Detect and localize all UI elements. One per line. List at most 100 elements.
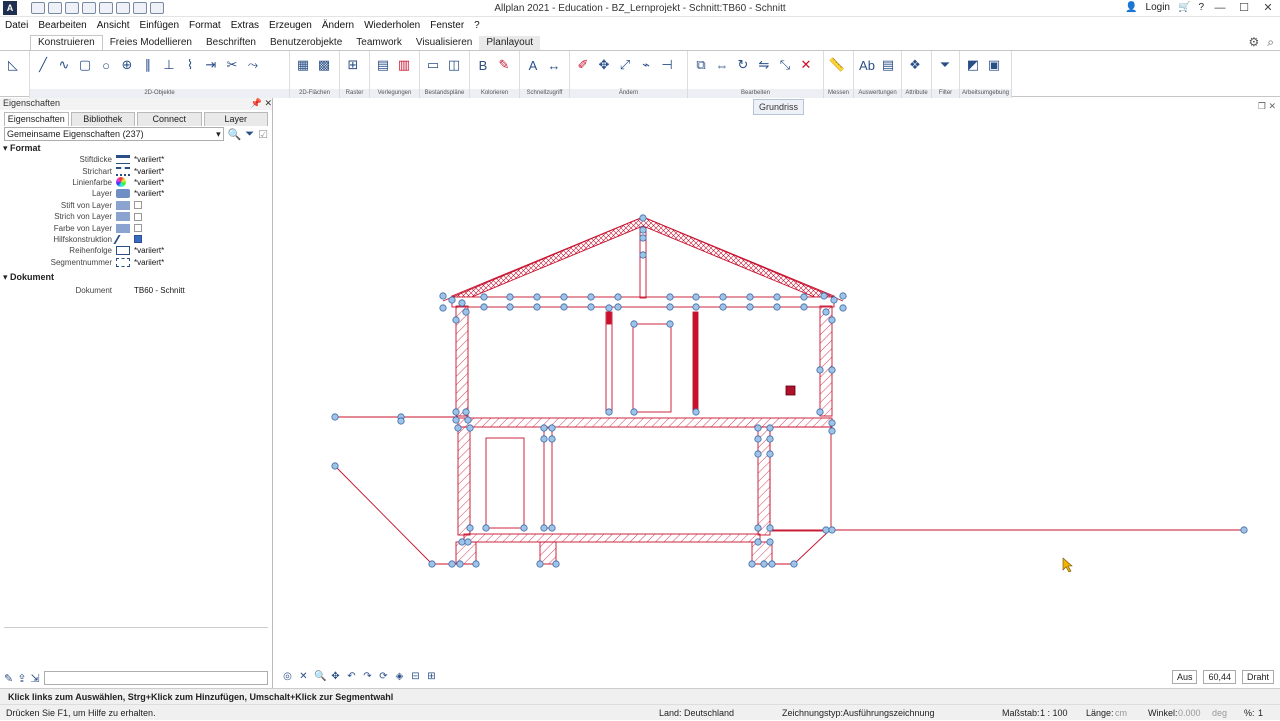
help-icon[interactable]: ? xyxy=(1198,2,1204,13)
print-icon[interactable] xyxy=(82,2,96,14)
snap-icon[interactable]: ◎ xyxy=(282,671,293,682)
trim-icon[interactable]: ✂ xyxy=(223,56,241,74)
farbe-von-layer-checkbox[interactable] xyxy=(134,224,142,233)
allplan-logo-icon[interactable]: A xyxy=(3,1,17,15)
prop-row-strich-von-layer[interactable]: Strich von Layer xyxy=(0,211,272,222)
prop-row-stift-von-layer[interactable]: Stift von Layer xyxy=(0,200,272,211)
split-icon[interactable]: ⊣ xyxy=(658,56,676,74)
tab-planlayout[interactable]: Planlayout xyxy=(479,36,541,50)
rectangle-icon[interactable]: ▢ xyxy=(76,56,94,74)
zoom-window-icon[interactable]: 🔍 xyxy=(314,671,326,682)
prop-row-segmentnummer[interactable]: Segmentnummer *variiert* xyxy=(0,257,272,268)
prop-row-stiftdicke[interactable]: Stiftdicke *variiert* xyxy=(0,154,272,165)
brush-icon[interactable]: ✎ xyxy=(495,56,513,74)
menu-aendern[interactable]: Ändern xyxy=(317,20,359,31)
hilfskonstruktion-checkbox[interactable] xyxy=(134,235,142,244)
rotate-icon[interactable]: ↻ xyxy=(734,56,752,74)
scale-input[interactable]: 60,44 xyxy=(1203,670,1236,684)
attribute-icon[interactable]: ❖ xyxy=(906,56,924,74)
view-forward-icon[interactable]: ↷ xyxy=(362,671,373,682)
tab-layer[interactable]: Layer xyxy=(203,112,268,126)
maximize-button[interactable]: ☐ xyxy=(1236,1,1252,14)
section-format[interactable]: ▾ Format xyxy=(0,142,272,154)
properties-icon[interactable] xyxy=(133,2,147,14)
tab-bibliothek[interactable]: Bibliothek xyxy=(70,112,135,126)
workspace-icon[interactable]: ◩ xyxy=(964,56,982,74)
zoom-all-icon[interactable]: ✕ xyxy=(298,671,309,682)
circle-icon[interactable]: ○ xyxy=(97,56,115,74)
dimension-icon[interactable]: ↔ xyxy=(545,56,563,74)
mode-select[interactable]: Aus xyxy=(1171,670,1198,684)
tab-beschriften[interactable]: Beschriften xyxy=(199,36,263,50)
tab-connect[interactable]: Connect xyxy=(137,112,202,126)
cart-icon[interactable]: 🛒 xyxy=(1178,2,1190,13)
menu-extras[interactable]: Extras xyxy=(226,20,264,31)
workspace-active-icon[interactable]: ▣ xyxy=(985,56,1003,74)
bold-paint-icon[interactable]: B xyxy=(474,56,492,74)
crosshair-circle-icon[interactable]: ⊕ xyxy=(118,56,136,74)
move-icon[interactable]: ⇔ xyxy=(713,56,731,74)
menu-erzeugen[interactable]: Erzeugen xyxy=(264,20,317,31)
grid-icon[interactable]: ⊞ xyxy=(344,56,362,74)
undo-icon[interactable] xyxy=(99,2,113,14)
regen-icon[interactable]: ⟳ xyxy=(378,671,389,682)
menu-help[interactable]: ? xyxy=(469,20,485,31)
type-value[interactable]: Ausführungszeichnung xyxy=(843,705,935,721)
filter-funnel-icon[interactable]: ⏷ xyxy=(245,128,254,141)
fill-icon[interactable]: ▩ xyxy=(315,56,333,74)
transfer-icon[interactable]: ⇪ xyxy=(17,672,26,685)
user-icon[interactable]: 👤 xyxy=(1125,2,1137,13)
match-properties-icon[interactable]: ⇲ xyxy=(30,672,39,685)
mirror-icon[interactable]: ⇋ xyxy=(755,56,773,74)
hatch-icon[interactable]: ▦ xyxy=(294,56,312,74)
login-link[interactable]: Login xyxy=(1146,2,1170,13)
prop-row-reihenfolge[interactable]: Reihenfolge *variiert* xyxy=(0,245,272,256)
strich-von-layer-checkbox[interactable] xyxy=(134,212,142,221)
zoom-search-icon[interactable]: 🔍 xyxy=(228,128,242,141)
view-back-icon[interactable]: ↶ xyxy=(346,671,357,682)
polyline-edit-icon[interactable]: ⌁ xyxy=(637,56,655,74)
curve-icon[interactable]: ⌇ xyxy=(181,56,199,74)
search-icon[interactable]: ⌕ xyxy=(1267,35,1274,50)
image-icon[interactable]: ▭ xyxy=(424,56,442,74)
abc-icon[interactable]: Ab xyxy=(858,56,876,74)
map-icon[interactable]: ◫ xyxy=(445,56,463,74)
prop-row-farbe-von-layer[interactable]: Farbe von Layer xyxy=(0,222,272,233)
modify-point-icon[interactable]: ✥ xyxy=(595,56,613,74)
report-icon[interactable]: ▤ xyxy=(879,56,897,74)
prop-row-hilfskonstruktion[interactable]: Hilfskonstruktion xyxy=(0,234,272,245)
stift-von-layer-checkbox[interactable] xyxy=(134,201,142,210)
line-icon[interactable]: ╱ xyxy=(34,56,52,74)
section-dokument[interactable]: ▾ Dokument xyxy=(0,271,272,283)
menu-einfuegen[interactable]: Einfügen xyxy=(135,20,184,31)
view-3d-icon[interactable]: ◈ xyxy=(394,671,405,682)
section-drawing[interactable] xyxy=(276,98,1280,668)
length-unit[interactable]: cm xyxy=(1115,705,1127,721)
delete-icon[interactable]: ✕ xyxy=(797,56,815,74)
angle-value[interactable]: 0.000 xyxy=(1178,705,1201,721)
pan-icon[interactable]: ✥ xyxy=(330,671,341,682)
settings-icon[interactable] xyxy=(150,2,164,14)
percent-value[interactable]: 1 xyxy=(1258,705,1263,721)
tab-freies-modellieren[interactable]: Freies Modellieren xyxy=(103,36,199,50)
scale-value[interactable]: 1 : 100 xyxy=(1040,705,1068,721)
prop-row-strichart[interactable]: Strichart *variiert* xyxy=(0,165,272,176)
grid-view-icon[interactable]: ⊞ xyxy=(426,671,437,682)
spline-icon[interactable]: ∿ xyxy=(55,56,73,74)
eyedropper-icon[interactable]: ✎ xyxy=(4,672,13,685)
parallel-lines-icon[interactable]: ∥ xyxy=(139,56,157,74)
common-properties-select[interactable]: Gemeinsame Eigenschaften (237) xyxy=(4,127,224,141)
selected-point-marker[interactable] xyxy=(785,385,796,396)
menu-ansicht[interactable]: Ansicht xyxy=(92,20,135,31)
gear-icon[interactable]: ⚙ xyxy=(1249,35,1260,50)
minimize-button[interactable]: — xyxy=(1212,2,1228,14)
favorite-select[interactable] xyxy=(43,671,268,685)
save-icon[interactable] xyxy=(65,2,79,14)
perpendicular-icon[interactable]: ⊥ xyxy=(160,56,178,74)
land-value[interactable]: Deutschland xyxy=(684,705,734,721)
menu-wiederholen[interactable]: Wiederholen xyxy=(359,20,425,31)
tool-palette-icon[interactable]: ◺ xyxy=(4,56,22,74)
menu-format[interactable]: Format xyxy=(184,20,226,31)
menu-datei[interactable]: Datei xyxy=(0,20,33,31)
open-file-icon[interactable] xyxy=(48,2,62,14)
